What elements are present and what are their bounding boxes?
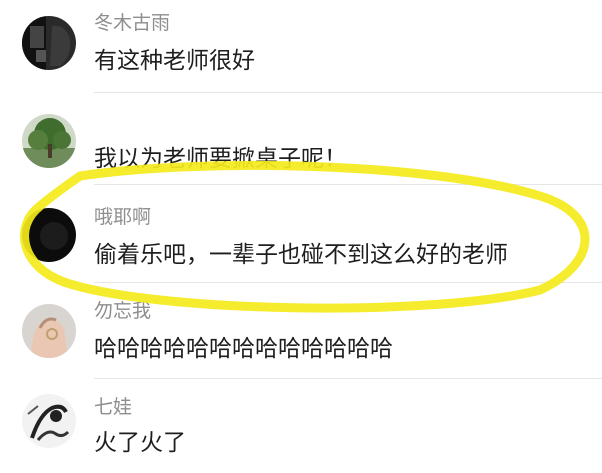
comment-username[interactable]: 冬木古雨 [94, 14, 170, 33]
comment-item: 七娃 火了火了 [0, 380, 602, 473]
comment-text: 火了火了 [94, 430, 186, 456]
divider [94, 92, 602, 93]
comment-item: 冬木古雨 有这种老师很好 [0, 0, 602, 94]
user-avatar[interactable] [22, 114, 76, 168]
comment-item: 我以为老师要掀桌子呢！ [0, 94, 602, 185]
comment-text: 偷着乐吧，一辈子也碰不到这么好的老师 [94, 242, 508, 268]
comment-username[interactable]: 七娃 [94, 398, 132, 417]
user-avatar[interactable] [22, 394, 76, 448]
hand-ring-avatar-icon [22, 304, 76, 358]
user-avatar[interactable] [22, 304, 76, 358]
comment-username[interactable]: 勿忘我 [94, 302, 151, 321]
comment-item: 哦耶啊 偷着乐吧，一辈子也碰不到这么好的老师 [0, 186, 602, 284]
sketch-figure-avatar-icon [22, 394, 76, 448]
comment-username[interactable]: 哦耶啊 [94, 208, 151, 227]
dark-portrait-avatar-icon [22, 16, 76, 70]
user-avatar[interactable] [22, 16, 76, 70]
comment-item: 勿忘我 哈哈哈哈哈哈哈哈哈哈哈哈哈 [0, 286, 602, 380]
divider [94, 282, 602, 283]
black-circle-avatar-icon [22, 208, 76, 262]
green-tree-avatar-icon [22, 114, 76, 168]
comment-text: 有这种老师很好 [94, 48, 255, 74]
comment-text: 哈哈哈哈哈哈哈哈哈哈哈哈哈 [94, 336, 393, 362]
divider [94, 184, 602, 185]
divider [94, 378, 602, 379]
comment-text: 我以为老师要掀桌子呢！ [94, 146, 347, 172]
user-avatar[interactable] [22, 208, 76, 262]
